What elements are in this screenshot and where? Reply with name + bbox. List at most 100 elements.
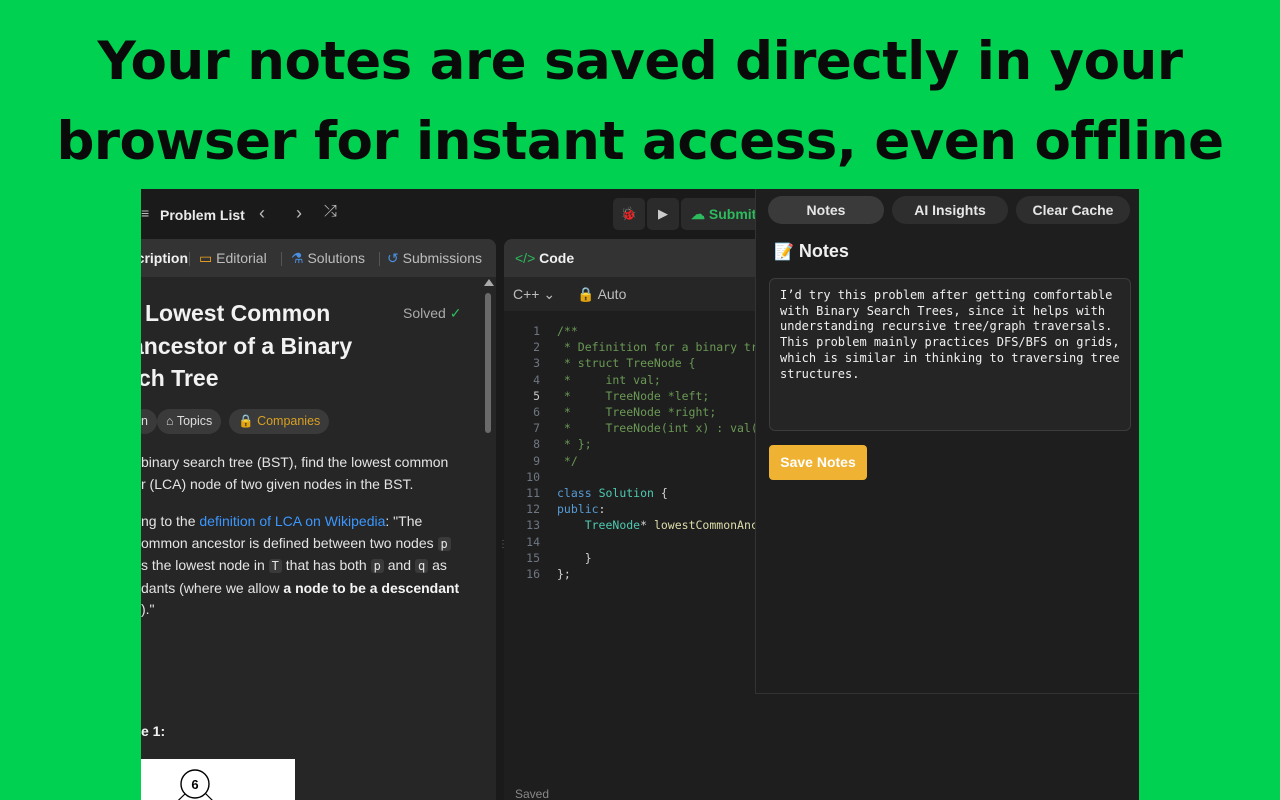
code-title: </> Code — [515, 250, 574, 266]
example-heading: e 1: — [141, 723, 166, 739]
tab-editorial-label: Editorial — [216, 250, 267, 266]
tree-node-label: 6 — [191, 777, 198, 792]
debug-button[interactable]: 🐞 — [613, 198, 645, 230]
scroll-up-arrow-icon[interactable] — [484, 279, 494, 286]
tab-clear-cache[interactable]: Clear Cache — [1016, 196, 1130, 224]
run-button[interactable]: ▶ — [647, 198, 679, 230]
play-icon: ▶ — [658, 206, 668, 221]
inline-code: T — [268, 559, 282, 573]
tab-solutions-label: Solutions — [307, 250, 366, 266]
headline: Your notes are saved directly in your br… — [0, 22, 1280, 182]
line-number: 4 — [533, 372, 540, 387]
lock-icon: 🔒 — [577, 286, 595, 302]
line-number: 8 — [533, 437, 540, 452]
notes-heading: 📝 Notes — [774, 241, 849, 262]
code-text: } — [557, 550, 592, 565]
tab-editorial[interactable]: ▭ Editorial — [199, 250, 267, 267]
description-scrollbar[interactable] — [482, 279, 494, 800]
lock-icon: 🔒 — [238, 414, 254, 428]
line-number: 12 — [526, 502, 540, 517]
code-text: * TreeNode *left; — [557, 388, 710, 403]
scroll-thumb[interactable] — [485, 293, 491, 433]
problem-statement-p1: binary search tree (BST), find the lowes… — [141, 452, 481, 495]
tab-divider — [189, 252, 190, 266]
problem-title-line: rch Tree — [141, 365, 219, 391]
tab-notes[interactable]: Notes — [768, 196, 884, 224]
run-submit-group: 🐞 ▶ ☁ Submit — [613, 198, 771, 230]
difficulty-chip[interactable]: n — [141, 409, 157, 434]
problem-title-line: Lowest Common — [145, 300, 331, 326]
line-number: 7 — [533, 421, 540, 436]
code-text: * struct TreeNode { — [557, 356, 696, 371]
statement-line: s the lowest node in T that has both p a… — [141, 555, 481, 578]
code-text: public: — [557, 502, 606, 517]
save-status: Saved — [515, 787, 550, 800]
statement-bold: a node to be a descendant — [283, 579, 460, 596]
line-number: 1 — [533, 324, 540, 338]
code-title-label: Code — [539, 250, 575, 266]
tab-submissions[interactable]: ↺ Submissions — [387, 250, 482, 267]
save-notes-button[interactable]: Save Notes — [769, 445, 867, 480]
inline-code: p — [437, 536, 451, 551]
wikipedia-link[interactable]: definition of LCA on Wikipedia — [199, 513, 385, 529]
line-number: 9 — [533, 453, 540, 468]
problem-title: Lowest Common ancestor of a Binary rch T… — [141, 297, 371, 395]
line-number: 6 — [533, 405, 540, 419]
inline-code: q — [414, 559, 429, 573]
language-select[interactable]: C++ ⌄ — [513, 286, 555, 303]
notes-textarea[interactable]: I’d try this problem after getting comfo… — [769, 278, 1131, 431]
chevron-right-icon[interactable]: › — [296, 203, 302, 224]
statement-text: dants (where we allow — [141, 579, 284, 596]
topics-chip[interactable]: ⌂ Topics — [157, 409, 222, 434]
solved-label: Solved — [403, 305, 446, 321]
history-icon: ↺ — [387, 250, 399, 266]
line-number: 10 — [526, 469, 540, 484]
statement-text: and — [387, 557, 412, 573]
code-text: /** — [557, 324, 578, 338]
code-text: * int val; — [557, 372, 661, 387]
panel-resize-handle[interactable]: ⋮ — [498, 539, 508, 559]
submit-label: Submit — [708, 206, 757, 222]
code-text: * TreeNode *right; — [557, 405, 717, 419]
line-number: 16 — [526, 567, 540, 581]
leetcode-window: ≡ Problem List ‹ › ⤮ 🐞 ▶ ☁ Submit Descri… — [141, 189, 1139, 800]
statement-line: r (LCA) node of two given nodes in the B… — [141, 475, 414, 492]
shuffle-icon[interactable]: ⤮ — [324, 203, 337, 221]
line-number: 14 — [526, 534, 540, 549]
statement-line: dants (where we allow a node to be a des… — [141, 578, 481, 600]
statement-line: binary search tree (BST), find the lowes… — [141, 454, 449, 470]
memo-icon: 📝 — [774, 244, 794, 261]
problem-title-line: ancestor of a Binary — [141, 332, 353, 359]
check-circle-icon: ✓ — [449, 305, 462, 321]
line-number: 11 — [526, 486, 540, 500]
code-text: * }; — [557, 437, 592, 452]
statement-text: ommon ancestor is defined between two no… — [141, 534, 434, 551]
chevron-down-icon: ⌄ — [543, 286, 556, 302]
tag-icon: ⌂ — [166, 414, 174, 428]
chevron-left-icon[interactable]: ‹ — [259, 203, 265, 224]
problem-list-link[interactable]: Problem List — [160, 207, 245, 223]
code-text: */ — [557, 453, 578, 468]
statement-line: )." — [141, 601, 155, 617]
statement-text: ng to the — [141, 513, 200, 529]
tab-solutions[interactable]: ⚗ Solutions — [291, 250, 365, 267]
companies-label: Companies — [257, 414, 321, 428]
code-brackets-icon: </> — [515, 250, 536, 266]
tree-diagram: 6 — [177, 769, 213, 800]
auto-mode-toggle[interactable]: 🔒 Auto — [577, 286, 626, 303]
description-tabs: Description ▭ Editorial ⚗ Solutions ↺ Su… — [141, 239, 496, 277]
tab-ai-insights[interactable]: AI Insights — [892, 196, 1008, 224]
statement-text: as — [432, 557, 447, 573]
example-tree-image: 6 — [141, 759, 295, 800]
inline-code: p — [370, 559, 384, 573]
tab-description[interactable]: Description — [141, 250, 188, 266]
tab-divider — [379, 252, 380, 266]
statement-line: ommon ancestor is defined between two no… — [141, 533, 481, 556]
menu-icon[interactable]: ≡ — [141, 205, 153, 221]
statement-text: : "The — [385, 513, 423, 529]
auto-label: Auto — [597, 286, 627, 302]
companies-chip[interactable]: 🔒 Companies — [229, 409, 330, 434]
statement-text: s the lowest node in — [141, 557, 265, 573]
flask-icon: ⚗ — [291, 250, 304, 266]
topics-label: Topics — [176, 414, 213, 428]
